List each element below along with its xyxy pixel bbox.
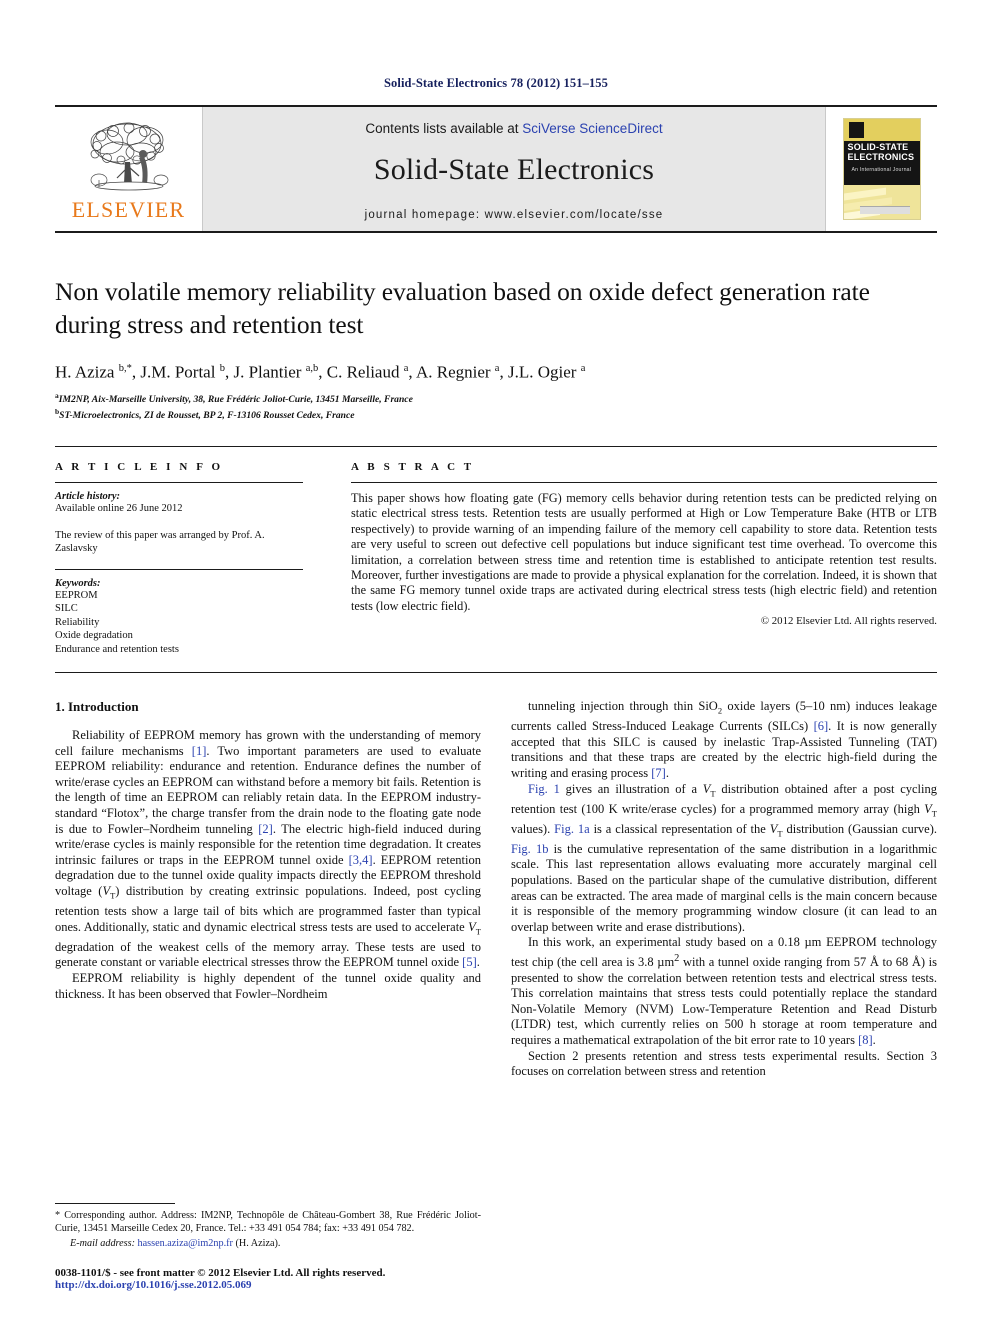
issn-copyright-line: 0038-1101/$ - see front matter © 2012 El… <box>55 1267 386 1279</box>
keyword-item: SILC <box>55 603 78 615</box>
doi-link[interactable]: http://dx.doi.org/10.1016/j.sse.2012.05.… <box>55 1279 485 1291</box>
author-list: H. Aziza b,*, J.M. Portal b, J. Plantier… <box>55 362 586 382</box>
corresponding-author-text: Corresponding author. Address: IM2NP, Te… <box>55 1210 481 1234</box>
section-title-introduction: 1. Introduction <box>55 699 139 715</box>
footnote-marker: * <box>55 1210 61 1222</box>
sciencedirect-link[interactable]: SciVerse ScienceDirect <box>522 121 662 136</box>
cover-subtitle: An International Journal <box>851 167 912 173</box>
cover-title: SOLID-STATE ELECTRONICS <box>847 142 917 162</box>
abstract-column: A B S T R A C T This paper shows how flo… <box>351 461 937 656</box>
paragraph: In this work, an experimental study base… <box>511 935 937 1048</box>
cover-title-line2: ELECTRONICS <box>847 151 915 162</box>
keyword-item: Endurance and retention tests <box>55 643 179 655</box>
footnote-divider <box>55 1203 175 1205</box>
article-info-heading: A R T I C L E I N F O <box>55 461 224 474</box>
elsevier-wordmark: ELSEVIER <box>71 196 186 222</box>
cover-elsevier-mark-icon <box>848 122 864 138</box>
page-title: Non volatile memory reliability evaluati… <box>55 277 870 339</box>
affiliation-a: aIM2NP, Aix-Marseille University, 38, Ru… <box>55 390 937 406</box>
email-note: E-mail address: hassen.aziza@im2np.fr (H… <box>55 1238 481 1251</box>
divider <box>55 568 303 570</box>
journal-cover-thumbnail: SOLID-STATE ELECTRONICS An International… <box>825 107 937 231</box>
article-info-column: A R T I C L E I N F O Article history: A… <box>55 461 303 656</box>
cover-footer-band <box>859 206 910 214</box>
affiliation-b: bST-Microelectronics, ZI de Rousset, BP … <box>55 406 937 422</box>
keywords-label: Keywords: <box>55 577 101 589</box>
body-column-left: 1. Introduction Reliability of EEPROM me… <box>55 699 481 1251</box>
paragraph: EEPROM reliability is highly dependent o… <box>55 970 481 1001</box>
journal-masthead: ELSEVIER Contents lists available at Sci… <box>55 105 937 233</box>
email-suffix: (H. Aziza). <box>235 1238 281 1250</box>
abstract-copyright: © 2012 Elsevier Ltd. All rights reserved… <box>760 615 937 628</box>
body-columns: 1. Introduction Reliability of EEPROM me… <box>55 699 937 1251</box>
divider <box>351 482 937 484</box>
divider <box>55 482 303 484</box>
affiliation-list: aIM2NP, Aix-Marseille University, 38, Ru… <box>55 390 937 422</box>
title-block: Non volatile memory reliability evaluati… <box>55 275 937 422</box>
article-history-label: Article history: <box>55 491 121 503</box>
affiliation-b-text: ST-Microelectronics, ZI de Rousset, BP 2… <box>59 410 355 422</box>
contents-prefix: Contents lists available at <box>365 121 523 136</box>
paragraph: tunneling injection through thin SiO2 ox… <box>511 699 937 780</box>
elsevier-tree-icon <box>77 118 181 198</box>
journal-homepage-link[interactable]: journal homepage: www.elsevier.com/locat… <box>365 209 664 221</box>
running-head: Solid-State Electronics 78 (2012) 151–15… <box>384 76 608 90</box>
email-label: E-mail address: <box>70 1238 135 1250</box>
keyword-item: Oxide degradation <box>55 630 133 642</box>
journal-title: Solid-State Electronics <box>373 153 655 186</box>
cover-art: SOLID-STATE ELECTRONICS An International… <box>842 118 921 220</box>
keyword-item: EEPROM <box>55 589 98 601</box>
paragraph: Fig. 1 gives an illustration of a VT dis… <box>511 781 937 934</box>
masthead-center: Contents lists available at SciVerse Sci… <box>203 107 825 231</box>
corresponding-author-note: * Corresponding author. Address: IM2NP, … <box>55 1210 481 1235</box>
paragraph: Reliability of EEPROM memory has grown w… <box>55 728 482 970</box>
keyword-item: Reliability <box>55 616 100 628</box>
bottom-matter: 0038-1101/$ - see front matter © 2012 El… <box>55 1267 485 1291</box>
elsevier-logo: ELSEVIER <box>55 107 203 231</box>
article-first-page: Solid-State Electronics 78 (2012) 151–15… <box>0 0 992 1323</box>
article-history-value: Available online 26 June 2012 <box>55 503 183 515</box>
footnote-block: * Corresponding author. Address: IM2NP, … <box>55 1203 481 1251</box>
body-column-right: tunneling injection through thin SiO2 ox… <box>511 699 937 1251</box>
editor-note: The review of this paper was arranged by… <box>55 529 265 555</box>
paragraph: Section 2 presents retention and stress … <box>511 1048 937 1079</box>
info-abstract-band: A R T I C L E I N F O Article history: A… <box>55 446 937 674</box>
abstract-text: This paper shows how floating gate (FG) … <box>351 491 937 613</box>
abstract-heading: A B S T R A C T <box>351 461 475 474</box>
contents-available-line: Contents lists available at SciVerse Sci… <box>365 121 662 136</box>
affiliation-a-text: IM2NP, Aix-Marseille University, 38, Rue… <box>58 393 413 405</box>
email-link[interactable]: hassen.aziza@im2np.fr <box>138 1238 233 1249</box>
